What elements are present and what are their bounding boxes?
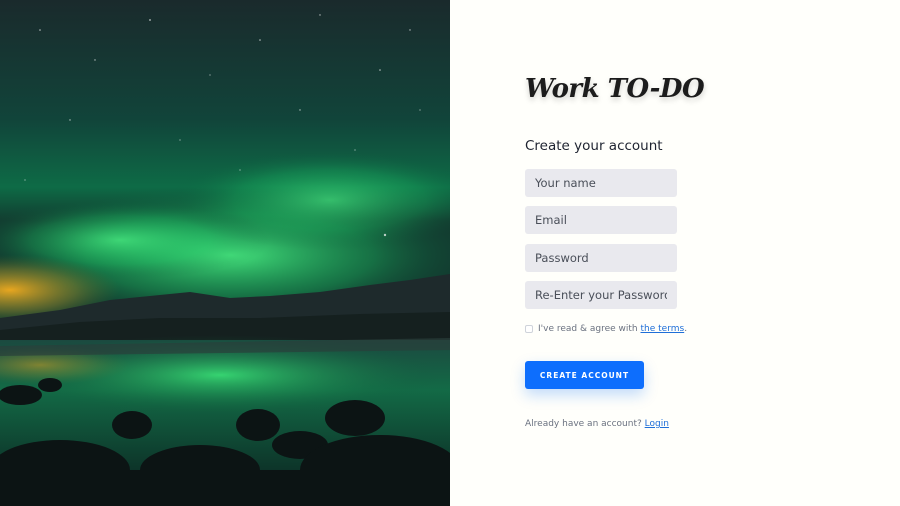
name-input[interactable]: [525, 169, 677, 197]
terms-checkbox[interactable]: [525, 325, 533, 333]
terms-link[interactable]: the terms: [641, 324, 685, 334]
form-title: Create your account: [525, 138, 663, 154]
create-account-button[interactable]: CREATE ACCOUNT: [525, 361, 644, 389]
terms-suffix: .: [684, 324, 688, 334]
terms-label: I've read & agree with: [538, 324, 638, 334]
hero-image: [0, 0, 450, 506]
signup-panel: Work TO-DO Create your account I've read…: [450, 0, 900, 506]
login-row: Already have an account? Login: [525, 419, 669, 429]
signup-page: Work TO-DO Create your account I've read…: [0, 0, 900, 506]
aurora-landscape-illustration: [0, 0, 450, 506]
app-logo: Work TO-DO: [525, 74, 705, 104]
login-link[interactable]: Login: [645, 419, 669, 429]
login-prompt: Already have an account?: [525, 419, 642, 429]
confirm-password-input[interactable]: [525, 281, 677, 309]
terms-row: I've read & agree with the terms.: [525, 324, 687, 334]
email-input[interactable]: [525, 206, 677, 234]
password-input[interactable]: [525, 244, 677, 272]
